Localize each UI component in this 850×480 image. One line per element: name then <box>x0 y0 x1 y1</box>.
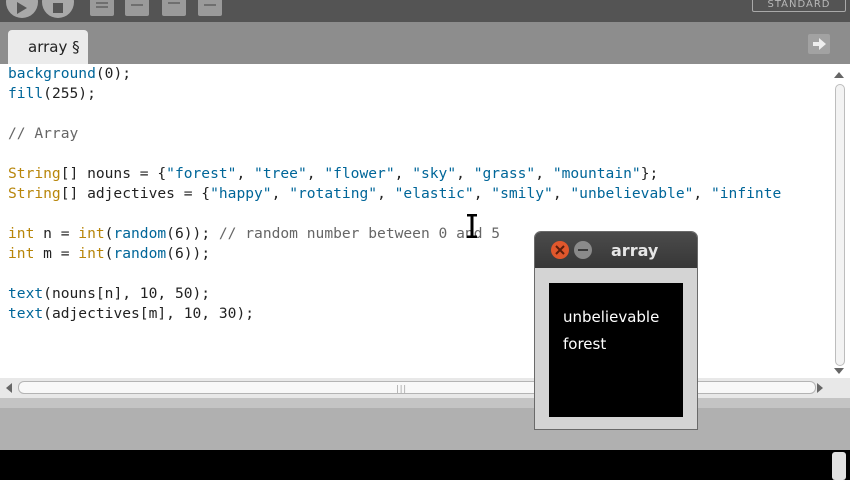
pane-divider[interactable] <box>0 398 850 408</box>
code-token: , <box>535 165 553 182</box>
toolbar: STANDARD <box>0 0 850 22</box>
open-icon[interactable] <box>125 0 149 16</box>
message-area <box>0 408 850 450</box>
code-token: int <box>8 225 35 242</box>
tab-menu-arrow-icon[interactable] <box>808 34 830 54</box>
code-token: int <box>8 245 35 262</box>
sketch-title-bar[interactable]: array <box>535 232 697 268</box>
code-token: m = <box>34 245 79 262</box>
export-icon[interactable] <box>198 0 222 16</box>
code-token: text <box>8 305 44 322</box>
vertical-scrollbar[interactable] <box>832 68 846 376</box>
code-token: // random number between 0 and 5 <box>218 225 501 242</box>
sketch-window-title: array <box>611 241 659 260</box>
code-token: [] adjectives = { <box>60 185 211 202</box>
code-token: (0); <box>95 65 132 82</box>
code-line[interactable]: // Array <box>8 124 781 144</box>
code-token: text <box>8 285 44 302</box>
save-icon[interactable] <box>162 0 186 16</box>
code-token: random <box>113 225 167 242</box>
code-token: "mountain" <box>552 165 641 182</box>
tab-bar: array § <box>0 22 850 64</box>
code-editor[interactable]: background(0); fill(255); // Array String… <box>0 64 850 378</box>
code-token: , <box>693 185 711 202</box>
code-line[interactable]: String[] adjectives = {"happy", "rotatin… <box>8 184 781 204</box>
code-token: n = <box>34 225 79 242</box>
code-token: background <box>8 65 96 82</box>
code-token: , <box>377 185 395 202</box>
code-token: }; <box>640 165 659 182</box>
text-cursor-icon <box>467 214 477 238</box>
code-token: "smily" <box>491 185 553 202</box>
tab-array[interactable]: array § <box>8 30 88 64</box>
stop-icon[interactable] <box>42 0 74 18</box>
mode-selector[interactable]: STANDARD <box>752 0 846 12</box>
scroll-down-icon[interactable] <box>834 368 844 374</box>
code-token: , <box>552 185 571 202</box>
scrollbar-grip-icon[interactable]: ||| <box>396 384 407 393</box>
code-token: "grass" <box>473 165 536 182</box>
code-token: String <box>8 165 61 182</box>
tab-label: array § <box>28 38 80 56</box>
code-token: "unbelievable" <box>570 185 694 202</box>
code-token: , <box>473 185 492 202</box>
code-token: random <box>113 245 167 262</box>
code-token: , <box>456 165 474 182</box>
code-line[interactable] <box>8 104 781 124</box>
scrollbar-track[interactable] <box>835 84 845 366</box>
code-token: , <box>394 165 413 182</box>
code-token: "rotating" <box>289 185 378 202</box>
code-token: [] nouns = { <box>60 165 167 182</box>
code-token: "sky" <box>412 165 457 182</box>
code-token: , <box>271 185 290 202</box>
sketch-canvas: unbelievable forest <box>549 283 683 417</box>
code-token: (adjectives[m], 10, 30); <box>43 305 255 322</box>
code-line[interactable]: fill(255); <box>8 84 781 104</box>
scroll-up-icon[interactable] <box>834 72 844 78</box>
scroll-right-icon[interactable] <box>817 383 823 393</box>
new-icon[interactable] <box>90 0 114 16</box>
code-token: // Array <box>8 125 79 142</box>
code-token: "infinte <box>710 185 782 202</box>
code-token: int <box>78 245 105 262</box>
horizontal-scrollbar[interactable]: ||| <box>0 378 850 398</box>
code-token: , <box>306 165 325 182</box>
minimize-icon[interactable] <box>574 241 592 259</box>
code-token: "forest" <box>166 165 237 182</box>
sketch-output-noun: forest <box>563 335 607 353</box>
code-line[interactable] <box>8 144 781 164</box>
code-token: (6)); <box>166 245 211 262</box>
code-line[interactable] <box>8 204 781 224</box>
console <box>0 450 850 480</box>
code-token: "elastic" <box>394 185 474 202</box>
code-token: int <box>78 225 105 242</box>
code-token: "flower" <box>324 165 395 182</box>
sketch-window[interactable]: array unbelievable forest <box>534 231 698 430</box>
code-token: "tree" <box>254 165 307 182</box>
code-token: "happy" <box>210 185 272 202</box>
code-token: (nouns[n], 10, 50); <box>43 285 211 302</box>
code-token: (6)); <box>166 225 219 242</box>
console-scrollbar[interactable] <box>832 452 846 480</box>
scroll-left-icon[interactable] <box>6 383 12 393</box>
code-line[interactable]: background(0); <box>8 64 781 84</box>
code-token: , <box>236 165 255 182</box>
run-icon[interactable] <box>6 0 38 18</box>
code-token: (255); <box>43 85 96 102</box>
code-token: fill <box>8 85 44 102</box>
code-token: String <box>8 185 61 202</box>
sketch-output-adjective: unbelievable <box>563 308 660 326</box>
code-line[interactable]: String[] nouns = {"forest", "tree", "flo… <box>8 164 781 184</box>
close-icon[interactable] <box>551 241 569 259</box>
